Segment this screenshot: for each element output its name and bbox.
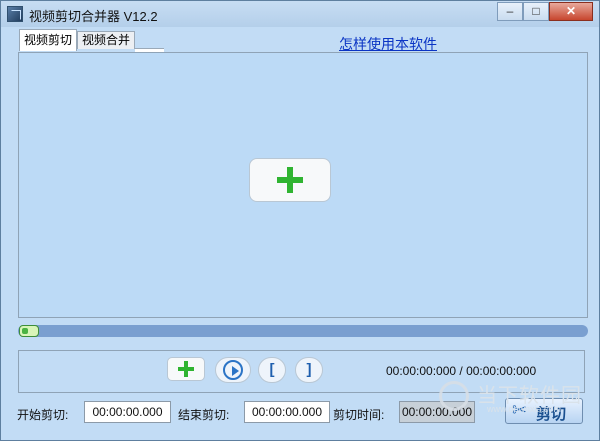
start-cut-label: 开始剪切: [17,408,69,422]
timecode-readout: 00:00:00:000 / 00:00:00:000 [386,364,537,378]
main-window: 视频剪切合并器 V12.2 – □ ✕ 视频剪切 视频合并 怎样使用本软件 [ … [0,0,600,441]
end-cut-label: 结束剪切: [178,408,230,422]
tab-video-merge[interactable]: 视频合并 [77,31,135,49]
mark-out-button[interactable]: ] [295,357,323,383]
add-video-icon [277,167,303,193]
add-file-button[interactable] [167,357,205,381]
add-file-icon [178,361,194,377]
end-cut-input[interactable]: 00:00:00.000 [244,401,330,423]
scissors-icon [512,400,530,421]
close-button[interactable]: ✕ [549,2,593,21]
add-video-button[interactable] [249,158,331,202]
start-cut-input[interactable]: 00:00:00.000 [84,401,171,423]
play-button[interactable] [215,357,251,383]
timeline-handle[interactable] [19,325,39,337]
play-icon [223,360,243,380]
duration-field: 00:00:00.000 [399,401,475,423]
cut-button-label: 剪切 [536,406,567,423]
mark-out-icon: ] [306,361,312,378]
app-icon [7,6,23,22]
timeline-track[interactable] [18,325,588,337]
maximize-button[interactable]: □ [523,2,549,21]
help-link[interactable]: 怎样使用本软件 [339,34,437,54]
window-title: 视频剪切合并器 V12.2 [29,9,158,24]
cut-button[interactable]: 剪切 [505,398,583,424]
mark-in-icon: [ [269,361,275,378]
tab-video-cut[interactable]: 视频剪切 [19,29,77,51]
title-bar[interactable]: 视频剪切合并器 V12.2 – □ ✕ [1,1,599,27]
minimize-button[interactable]: – [497,2,523,21]
window-controls: – □ ✕ [497,2,593,21]
mark-in-button[interactable]: [ [258,357,286,383]
duration-label: 剪切时间: [333,408,385,422]
